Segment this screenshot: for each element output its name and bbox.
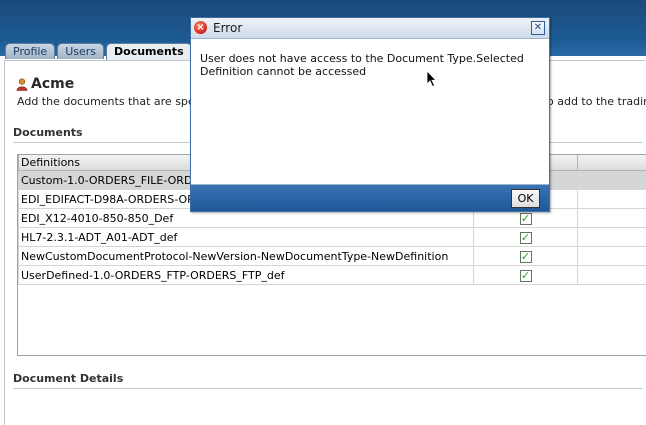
empty-cell [578,228,646,247]
empty-cell [578,209,646,228]
mouse-pointer-icon [426,70,438,88]
definition-cell: UserDefined-1.0-ORDERS_FTP-ORDERS_FTP_de… [19,266,474,285]
empty-cell [578,247,646,266]
enabled-cell: ✓ [474,247,578,266]
document-details-heading: Document Details [13,372,643,389]
dialog-title: Error [213,21,242,35]
table-row[interactable]: NewCustomDocumentProtocol-NewVersion-New… [19,247,646,266]
tab-profile[interactable]: Profile [5,43,55,59]
table-row[interactable]: UserDefined-1.0-ORDERS_FTP-ORDERS_FTP_de… [19,266,646,285]
enabled-cell: ✓ [474,266,578,285]
description-text-left: Add the documents that are specific [17,95,217,108]
dialog-footer: OK [191,184,549,211]
definition-cell: HL7-2.3.1-ADT_A01-ADT_def [19,228,474,247]
description-text-right: o add to the trading [547,95,646,108]
partner-title: Acme [16,76,74,92]
ok-button[interactable]: OK [511,189,540,208]
tab-bar: Profile Users Documents [5,43,192,59]
error-dialog: × Error ✕ User does not have access to t… [190,17,550,212]
column-header-blank-2 [578,155,646,171]
empty-cell [578,190,646,209]
close-button[interactable]: ✕ [531,21,545,35]
definition-cell: NewCustomDocumentProtocol-NewVersion-New… [19,247,474,266]
partner-name: Acme [31,76,74,92]
enabled-checkbox[interactable]: ✓ [520,270,532,282]
enabled-checkbox[interactable]: ✓ [520,213,532,225]
tab-documents[interactable]: Documents [106,43,192,60]
table-row[interactable]: HL7-2.3.1-ADT_A01-ADT_def ✓ [19,228,646,247]
dialog-titlebar[interactable]: × Error ✕ [191,18,549,39]
error-icon: × [194,21,207,34]
enabled-cell: ✓ [474,228,578,247]
user-icon [16,78,28,91]
enabled-checkbox[interactable]: ✓ [520,232,532,244]
tab-users[interactable]: Users [57,43,104,59]
empty-cell [578,266,646,285]
empty-cell [578,171,646,190]
enabled-checkbox[interactable]: ✓ [520,251,532,263]
error-message: User does not have access to the Documen… [200,52,540,78]
